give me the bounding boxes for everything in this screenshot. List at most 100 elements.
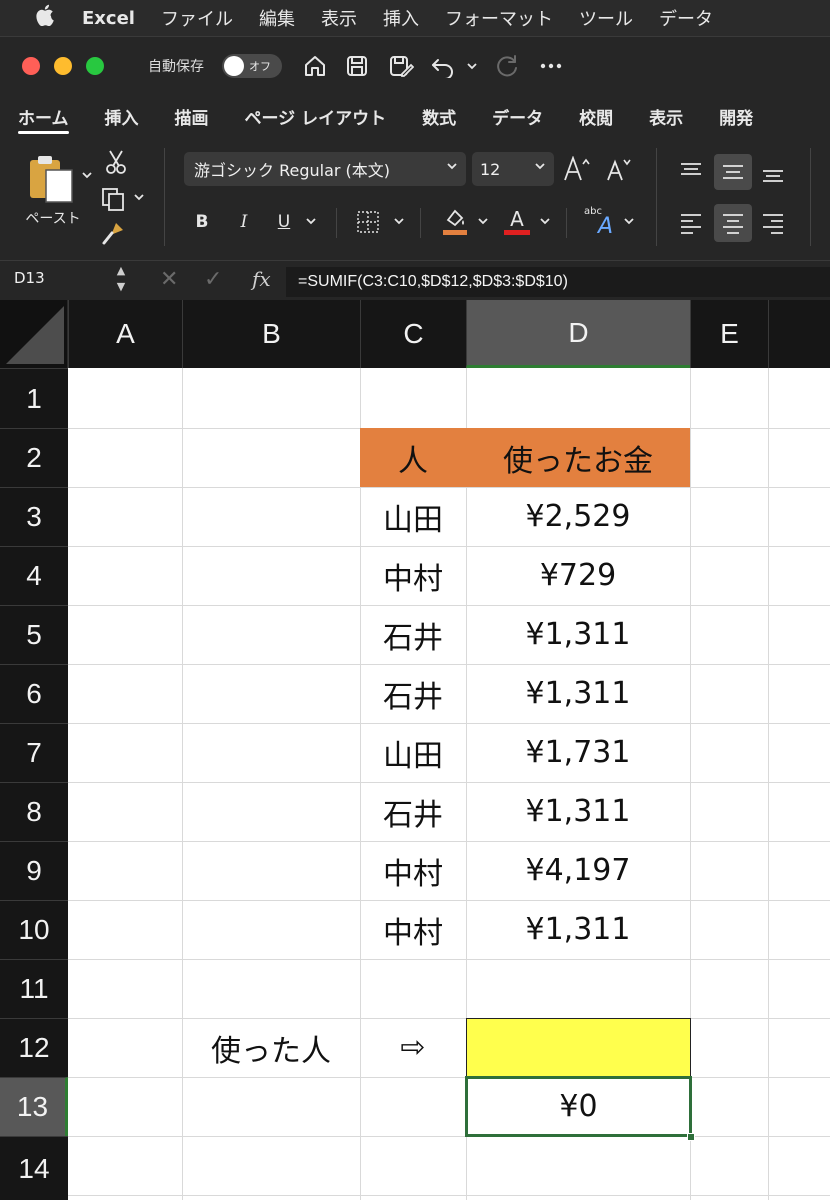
cell-d4[interactable]: ¥729 bbox=[466, 546, 690, 605]
menu-format[interactable]: フォーマット bbox=[445, 5, 553, 31]
phonetic-guide-button[interactable]: abc A bbox=[582, 204, 618, 242]
insert-function-icon[interactable]: fx bbox=[252, 267, 271, 291]
align-top-icon[interactable] bbox=[674, 154, 708, 188]
menu-file[interactable]: ファイル bbox=[161, 5, 233, 31]
row-header-5[interactable]: 5 bbox=[0, 605, 68, 664]
save-icon[interactable] bbox=[342, 51, 372, 81]
cell-c6[interactable]: 石井 bbox=[360, 664, 466, 723]
align-right-icon[interactable] bbox=[756, 206, 790, 240]
row-header-14[interactable]: 14 bbox=[0, 1136, 68, 1200]
row-header-7[interactable]: 7 bbox=[0, 723, 68, 782]
cut-icon[interactable] bbox=[102, 148, 130, 176]
tab-insert[interactable]: 挿入 bbox=[105, 94, 139, 138]
cell-d12[interactable] bbox=[466, 1018, 691, 1078]
cell-b12[interactable]: 使った人 bbox=[182, 1018, 360, 1077]
tab-draw[interactable]: 描画 bbox=[175, 94, 209, 138]
menu-view[interactable]: 表示 bbox=[321, 5, 357, 31]
name-box-stepper-icon[interactable]: ▲ ▼ bbox=[114, 263, 128, 299]
row-header-8[interactable]: 8 bbox=[0, 782, 68, 841]
cell-c5[interactable]: 石井 bbox=[360, 605, 466, 664]
align-center-icon[interactable] bbox=[714, 204, 752, 242]
row-header-6[interactable]: 6 bbox=[0, 664, 68, 723]
row-header-13[interactable]: 13 bbox=[0, 1077, 68, 1136]
select-all-corner[interactable] bbox=[0, 300, 68, 368]
tab-developer[interactable]: 開発 bbox=[719, 94, 753, 138]
menu-insert[interactable]: 挿入 bbox=[383, 5, 419, 31]
align-bottom-icon[interactable] bbox=[756, 156, 790, 190]
row-header-2[interactable]: 2 bbox=[0, 428, 68, 487]
close-window-button[interactable] bbox=[22, 57, 40, 75]
home-icon[interactable] bbox=[300, 51, 330, 81]
menu-tools[interactable]: ツール bbox=[579, 5, 633, 31]
row-header-12[interactable]: 12 bbox=[0, 1018, 68, 1077]
menu-edit[interactable]: 編集 bbox=[259, 5, 295, 31]
apple-icon[interactable] bbox=[30, 4, 60, 32]
enter-formula-icon[interactable]: ✓ bbox=[204, 267, 222, 292]
row-header-9[interactable]: 9 bbox=[0, 841, 68, 900]
cell-d6[interactable]: ¥1,311 bbox=[466, 664, 690, 723]
cell-d3[interactable]: ¥2,529 bbox=[466, 487, 690, 546]
cell-c7[interactable]: 山田 bbox=[360, 723, 466, 782]
row-header-10[interactable]: 10 bbox=[0, 900, 68, 959]
row-header-1[interactable]: 1 bbox=[0, 368, 68, 428]
column-header-f[interactable] bbox=[768, 300, 830, 368]
cell-d2[interactable]: 使ったお金 bbox=[466, 428, 690, 487]
column-header-c[interactable]: C bbox=[360, 300, 466, 368]
cell-c12-arrow-icon[interactable]: ⇨ bbox=[360, 1018, 466, 1077]
cell-c10[interactable]: 中村 bbox=[360, 900, 466, 959]
row-header-4[interactable]: 4 bbox=[0, 546, 68, 605]
decrease-font-size-icon[interactable] bbox=[604, 152, 634, 186]
copy-icon[interactable] bbox=[98, 184, 128, 214]
formula-input[interactable]: =SUMIF(C3:C10,$D$12,$D$3:$D$10) bbox=[286, 267, 830, 297]
cancel-formula-icon[interactable]: ✕ bbox=[160, 267, 178, 292]
cell-d10[interactable]: ¥1,311 bbox=[466, 900, 690, 959]
fill-color-dropdown-chevron-icon[interactable] bbox=[476, 214, 490, 228]
font-color-button[interactable]: A bbox=[500, 204, 534, 238]
name-box[interactable]: D13 bbox=[14, 269, 45, 287]
tab-view[interactable]: 表示 bbox=[649, 94, 683, 138]
align-middle-icon[interactable] bbox=[714, 154, 752, 190]
cell-c3[interactable]: 山田 bbox=[360, 487, 466, 546]
column-header-d[interactable]: D bbox=[466, 300, 690, 368]
cell-c8[interactable]: 石井 bbox=[360, 782, 466, 841]
paste-label[interactable]: ペースト bbox=[18, 208, 88, 228]
cell-d5[interactable]: ¥1,311 bbox=[466, 605, 690, 664]
italic-button[interactable]: I bbox=[230, 206, 258, 238]
menu-app-name[interactable]: Excel bbox=[82, 8, 135, 29]
borders-icon[interactable] bbox=[352, 206, 384, 238]
undo-icon[interactable] bbox=[428, 51, 458, 81]
fill-color-icon[interactable] bbox=[438, 204, 472, 238]
column-header-e[interactable]: E bbox=[690, 300, 768, 368]
borders-dropdown-chevron-icon[interactable] bbox=[392, 214, 406, 228]
save-as-icon[interactable] bbox=[386, 51, 416, 81]
redo-icon[interactable] bbox=[492, 51, 522, 81]
column-header-a[interactable]: A bbox=[68, 300, 182, 368]
tab-page-layout[interactable]: ページ レイアウト bbox=[245, 94, 387, 138]
tab-formulas[interactable]: 数式 bbox=[422, 94, 456, 138]
format-painter-icon[interactable] bbox=[98, 218, 128, 248]
zoom-window-button[interactable] bbox=[86, 57, 104, 75]
font-color-dropdown-chevron-icon[interactable] bbox=[538, 214, 552, 228]
paste-dropdown-chevron-icon[interactable] bbox=[80, 168, 94, 182]
undo-dropdown-chevron-icon[interactable] bbox=[462, 51, 482, 81]
font-name-dropdown[interactable]: 游ゴシック Regular (本文) bbox=[184, 152, 466, 186]
row-header-3[interactable]: 3 bbox=[0, 487, 68, 546]
cell-c4[interactable]: 中村 bbox=[360, 546, 466, 605]
menu-data[interactable]: データ bbox=[659, 5, 713, 31]
fill-handle[interactable] bbox=[687, 1133, 695, 1141]
minimize-window-button[interactable] bbox=[54, 57, 72, 75]
tab-review[interactable]: 校閲 bbox=[579, 94, 613, 138]
cell-c9[interactable]: 中村 bbox=[360, 841, 466, 900]
cell-d8[interactable]: ¥1,311 bbox=[466, 782, 690, 841]
column-header-b[interactable]: B bbox=[182, 300, 360, 368]
cell-d13[interactable]: ¥0 bbox=[465, 1076, 692, 1137]
copy-dropdown-chevron-icon[interactable] bbox=[132, 190, 146, 204]
autosave-toggle[interactable]: オフ bbox=[222, 54, 282, 78]
underline-button[interactable]: U bbox=[270, 206, 298, 238]
cell-d7[interactable]: ¥1,731 bbox=[466, 723, 690, 782]
tab-data[interactable]: データ bbox=[492, 94, 543, 138]
cell-c2[interactable]: 人 bbox=[360, 428, 466, 487]
font-size-dropdown[interactable]: 12 bbox=[472, 152, 554, 186]
tab-home[interactable]: ホーム bbox=[18, 94, 69, 138]
underline-dropdown-chevron-icon[interactable] bbox=[304, 214, 318, 228]
